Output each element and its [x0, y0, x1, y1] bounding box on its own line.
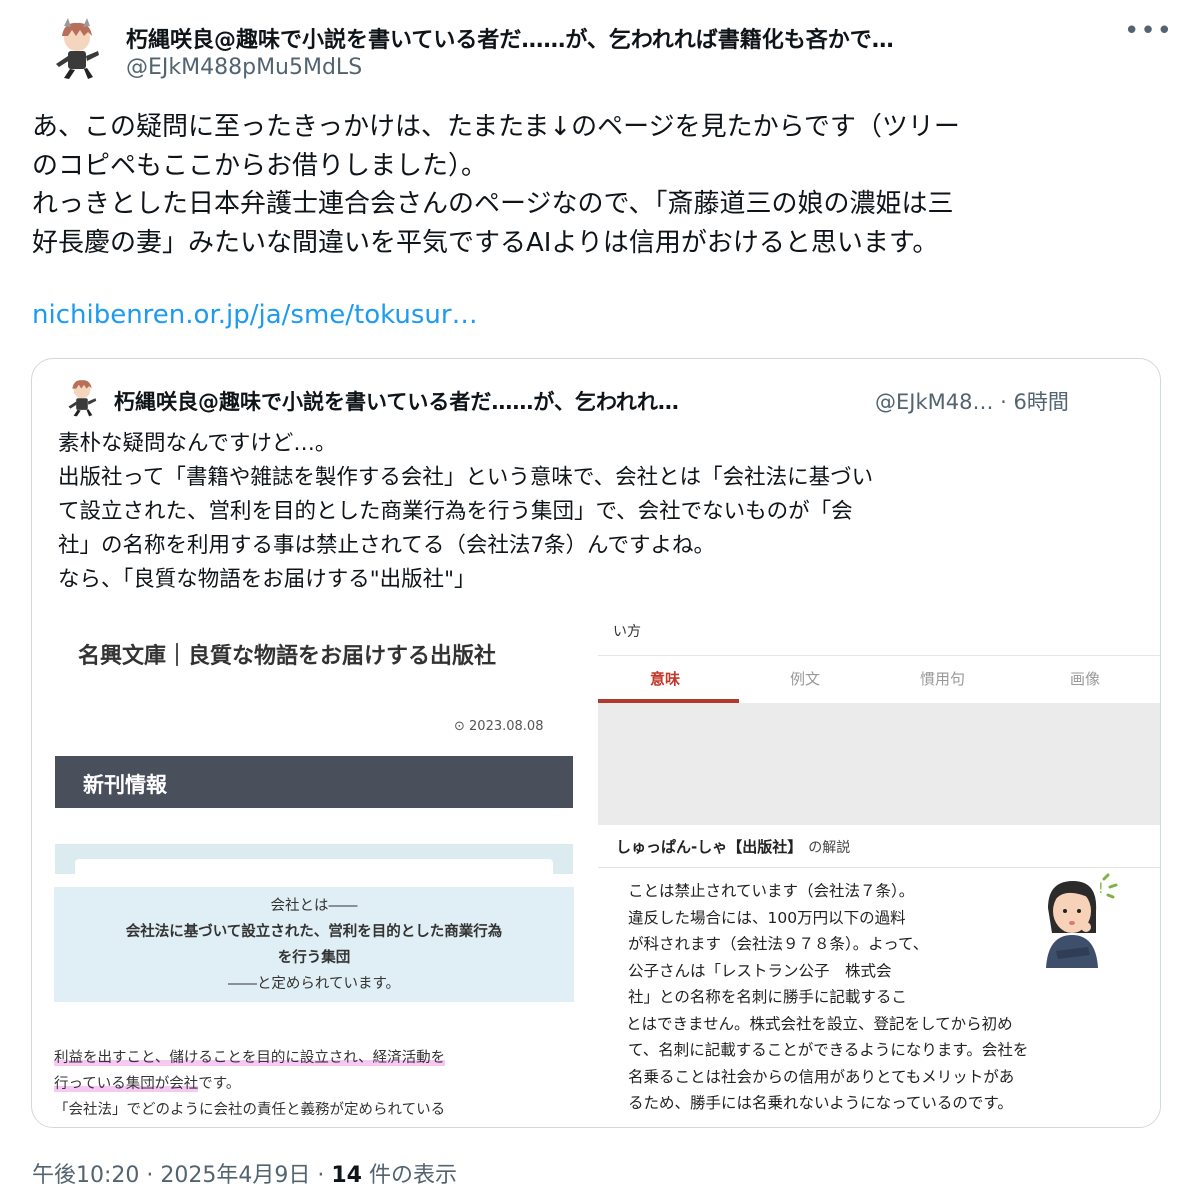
box-line: 会社法に基づいて設立された、営利を目的とした商業行為: [125, 924, 503, 940]
dictionary-heading: しゅっぱん-しゃ【出版社】 の解説: [616, 836, 850, 857]
body-line: て、名刺に記載することができるようになります。会社を: [628, 1041, 1029, 1059]
divider: [598, 867, 1160, 868]
body-text: 「会社法」でどのように会社の責任と義務が定められている: [54, 1102, 446, 1118]
box-line: を行う集団: [277, 950, 351, 966]
tweet-meta: 午後10:20 · 2025年4月9日 · 14 件の表示: [32, 1157, 457, 1189]
quote-text-line: 素朴な疑問なんですけど…。: [58, 431, 337, 456]
image-top-text: い方: [613, 624, 641, 640]
body-line: るため、勝手には名乗れないようになっているのです。: [628, 1094, 1013, 1112]
tab-idioms: 慣用句: [920, 670, 966, 688]
separator: ·: [310, 1163, 332, 1188]
separator: ·: [139, 1163, 161, 1188]
image-date: ⊙ 2023.08.08: [454, 719, 543, 734]
heading-suffix: の解説: [808, 840, 851, 856]
svg-text:!: !: [1098, 881, 1104, 897]
tweet-date[interactable]: 2025年4月9日: [160, 1163, 310, 1188]
image-ad-area: [598, 703, 1160, 825]
heading-word: しゅっぱん-しゃ【出版社】: [616, 838, 803, 856]
tweet-text-line: のコピペもここからお借りしました）。: [32, 150, 488, 181]
quote-text-line: なら、「良質な物語をお届けする"出版社"」: [58, 567, 476, 592]
body-line: 社」との名称を名刺に勝手に記載するこ: [628, 988, 907, 1006]
tab-images: 画像: [1070, 670, 1101, 688]
body-text: です。: [198, 1076, 241, 1092]
quote-text: 素朴な疑問なんですけど…。 出版社って「書籍や雑誌を製作する会社」という意味で、…: [58, 427, 1138, 597]
quote-text-line: て設立された、営利を目的とした商業行為を行う集団」で、会社でないものが「会: [58, 499, 853, 524]
tweet-time[interactable]: 午後10:20: [32, 1163, 139, 1188]
tab-meaning: 意味: [650, 670, 681, 688]
highlighted-text: 利益を出すこと、儲けることを目的に設立され、経済活動を: [54, 1050, 446, 1066]
views-label[interactable]: 件の表示: [362, 1163, 457, 1188]
tweet-text-line: 好長慶の妻」みたいな間違いを平気でするAIよりは信用がおけると思います。: [32, 227, 939, 258]
author-handle[interactable]: @EJkM488pMu5MdLS: [126, 55, 362, 80]
tweet-text-line: あ、この疑問に至ったきっかけは、たまたま↓のページを見たからです（ツリー: [32, 112, 960, 142]
highlighted-text: 行っている集団が会社: [54, 1076, 199, 1092]
tab-examples: 例文: [790, 670, 821, 688]
quote-handle-time[interactable]: @EJkM48… · 6時間: [875, 386, 1069, 416]
quote-text-line: 出版社って「書籍や雑誌を製作する会社」という意味で、会社とは「会社法に基づい: [58, 465, 874, 490]
quote-author-name[interactable]: 朽縄咲良@趣味で小説を書いている者だ……が、乞われれ…: [114, 386, 679, 416]
attached-image-right[interactable]: い方 意味 例文 慣用句 画像 しゅっぱん-しゃ【出版社】 の解説 ことは禁止され…: [598, 601, 1160, 1127]
avatar[interactable]: [50, 18, 104, 80]
image-box-inner: [75, 859, 553, 874]
thinking-woman-illustration: !: [1018, 873, 1118, 973]
quote-text-line: 社」の名称を利用する事は禁止されてる（会社法7条）んですよね。: [58, 533, 715, 558]
image-box-frame: [55, 844, 573, 874]
tweet-text-line: れっきとした日本弁護士連合会さんのページなので、「斎藤道三の娘の濃姫は三: [32, 189, 954, 219]
tweet-text: あ、この疑問に至ったきっかけは、たまたま↓のページを見たからです（ツリー のコピ…: [32, 108, 1172, 262]
image-date-text: 2023.08.08: [469, 719, 544, 734]
image-section-bar: 新刊情報: [55, 756, 573, 808]
external-link[interactable]: nichibenren.or.jp/ja/sme/tokusur…: [32, 300, 478, 330]
views-count[interactable]: 14: [331, 1163, 362, 1188]
author-name[interactable]: 朽縄咲良@趣味で小説を書いている者だ……が、乞われれば書籍化も吝かで…: [126, 22, 1106, 54]
quoted-tweet-card[interactable]: 朽縄咲良@趣味で小説を書いている者だ……が、乞われれ… @EJkM48… · 6…: [31, 358, 1161, 1128]
more-icon[interactable]: •••: [1124, 18, 1172, 50]
image-definition-box: 会社とは―― 会社法に基づいて設立された、営利を目的とした商業行為 を行う集団 …: [54, 887, 574, 1002]
box-line: 会社とは――: [270, 898, 358, 914]
attached-image-left[interactable]: 名興文庫｜良質な物語をお届けする出版社 ⊙ 2023.08.08 新刊情報 会社…: [36, 601, 596, 1127]
dictionary-tabs: 意味 例文 慣用句 画像: [598, 655, 1160, 703]
image-body-text: 利益を出すこと、儲けることを目的に設立され、経済活動を 行っている集団が会社です…: [54, 1045, 584, 1123]
body-line: 名乗ることは社会からの信用がありとてもメリットがあ: [628, 1067, 1015, 1086]
quote-avatar[interactable]: [62, 377, 102, 417]
box-line: ――と定められています。: [227, 976, 401, 992]
body-line: とはできません。株式会社を設立、登記をしてから初め: [626, 1014, 1013, 1033]
clock-icon: ⊙: [454, 719, 470, 734]
image-page-title: 名興文庫｜良質な物語をお届けする出版社: [78, 644, 497, 669]
